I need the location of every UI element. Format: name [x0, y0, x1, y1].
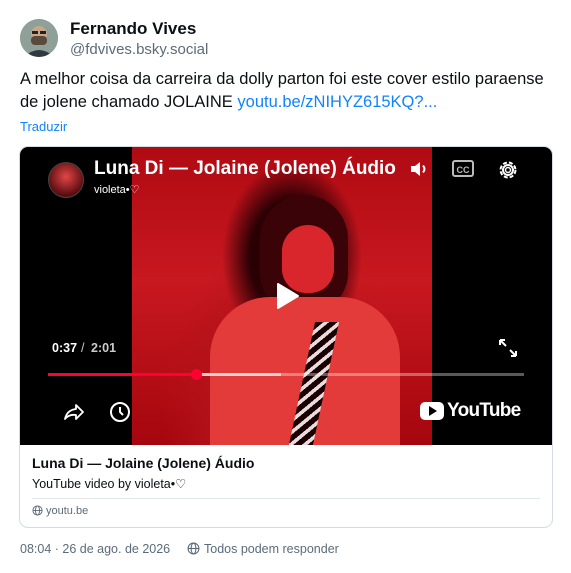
- watch-later-icon[interactable]: [108, 400, 132, 424]
- video-channel-name[interactable]: violeta•♡: [94, 183, 140, 196]
- link-embed-card[interactable]: Luna Di — Jolaine (Jolene) Áudio violeta…: [19, 146, 553, 528]
- captions-icon[interactable]: CC: [452, 160, 474, 177]
- author-display-name[interactable]: Fernando Vives: [70, 19, 196, 39]
- embed-divider: [32, 498, 540, 499]
- fullscreen-icon[interactable]: [497, 337, 519, 359]
- embed-domain: youtu.be: [32, 505, 88, 519]
- youtube-play-icon: [420, 402, 444, 420]
- post-timestamp[interactable]: 08:04 · 26 de ago. de 2026: [20, 542, 170, 556]
- post-link[interactable]: youtu.be/zNIHYZ615KQ?...: [237, 93, 437, 111]
- gear-icon[interactable]: [496, 158, 520, 182]
- post-text: A melhor coisa da carreira da dolly part…: [20, 68, 555, 114]
- embed-title[interactable]: Luna Di — Jolaine (Jolene) Áudio: [32, 455, 254, 471]
- post: Fernando Vives @fdvives.bsky.social A me…: [0, 0, 571, 573]
- volume-icon[interactable]: [408, 157, 432, 181]
- play-icon[interactable]: [272, 281, 302, 311]
- embed-domain-text: youtu.be: [46, 505, 89, 517]
- share-icon[interactable]: [62, 400, 86, 424]
- played-bar: [48, 373, 196, 376]
- globe-icon: [187, 542, 200, 558]
- globe-icon: [32, 505, 43, 519]
- channel-avatar[interactable]: [48, 162, 84, 198]
- author-avatar[interactable]: [20, 19, 58, 57]
- video-player[interactable]: Luna Di — Jolaine (Jolene) Áudio violeta…: [20, 147, 552, 445]
- total-time: 2:01: [91, 341, 117, 355]
- time-separator: /: [81, 341, 85, 355]
- progress-bar[interactable]: [48, 369, 524, 380]
- reply-setting-text: Todos podem responder: [204, 542, 339, 556]
- scrubber-handle[interactable]: [190, 369, 202, 380]
- video-title[interactable]: Luna Di — Jolaine (Jolene) Áudio: [94, 158, 396, 180]
- youtube-logo-text: YouTube: [447, 400, 521, 421]
- reply-setting[interactable]: Todos podem responder: [187, 542, 339, 558]
- embed-description: YouTube video by violeta•♡: [32, 477, 187, 491]
- translate-link[interactable]: Traduzir: [20, 119, 67, 134]
- author-handle[interactable]: @fdvives.bsky.social: [70, 41, 208, 58]
- current-time: 0:37: [52, 341, 78, 355]
